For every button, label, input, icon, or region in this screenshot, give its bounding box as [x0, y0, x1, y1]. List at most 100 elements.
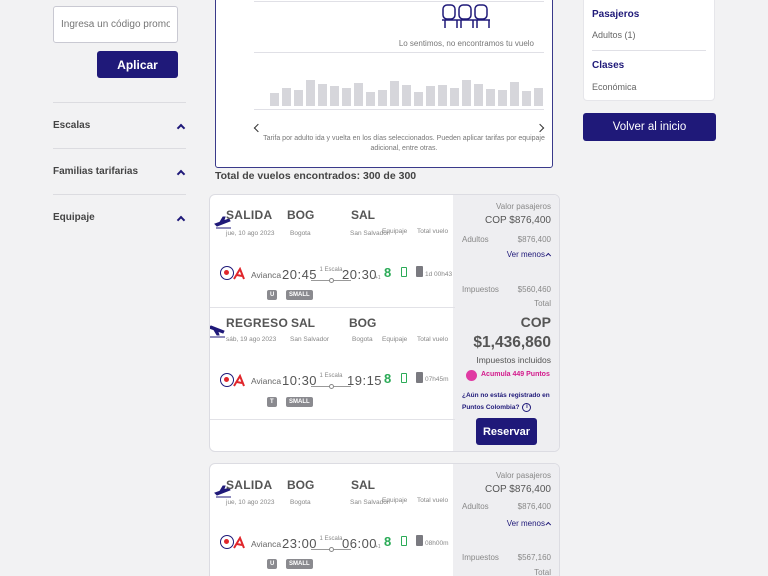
fare-bar[interactable]: [342, 88, 351, 106]
baggage-label: Equipaje: [382, 497, 408, 504]
fare-bar[interactable]: [282, 88, 291, 106]
fare-size-badge: SMALL: [286, 290, 313, 300]
fare-bar[interactable]: [318, 84, 327, 106]
adults-label: Adultos: [462, 502, 489, 511]
back-home-button[interactable]: Volver al inicio: [583, 113, 716, 141]
points-icon: [466, 370, 477, 381]
fare-bar[interactable]: [426, 86, 435, 106]
leg-title: REGRESO: [226, 316, 289, 330]
fare-bar[interactable]: [270, 93, 279, 106]
taxes-amount: $567,160: [517, 553, 551, 562]
stop-dot: [329, 278, 334, 283]
adults-amount: $876,400: [517, 502, 551, 511]
carry-on-icon: [401, 536, 407, 546]
chevron-up-icon[interactable]: [176, 167, 186, 177]
fare-bar[interactable]: [366, 92, 375, 106]
register-question[interactable]: ¿Aún no estás registrado en Puntos Colom…: [462, 390, 556, 414]
stop-dot: [329, 384, 334, 389]
total-label: Total: [534, 568, 551, 576]
taxes-label: Impuestos: [462, 285, 499, 294]
personal-item-icon: 8: [384, 265, 392, 280]
see-less-link[interactable]: Ver menos: [507, 250, 551, 259]
leg-date: sáb, 19 ago 2023: [226, 336, 277, 343]
total-flight-label: Total vuelo: [417, 497, 449, 504]
info-icon[interactable]: i: [522, 402, 532, 412]
divider: [254, 1, 544, 2]
fare-bar[interactable]: [438, 85, 447, 106]
passengers-value-amount: COP $876,400: [485, 215, 551, 226]
flight-duration: 1d 00h43: [425, 271, 453, 278]
fare-bar[interactable]: [486, 89, 495, 106]
class-value: Económica: [592, 82, 637, 92]
chevron-left-icon[interactable]: [254, 124, 262, 132]
checked-bag-icon: [416, 535, 423, 546]
fare-bar[interactable]: [534, 88, 543, 106]
avianca-mark-icon: [233, 374, 245, 387]
passengers-value-label: Valor pasajeros: [496, 471, 551, 480]
arrival-time: 19:15: [347, 373, 383, 388]
outbound-leg: SALIDA BOG SAL jue, 10 ago 2023 Bogota S…: [210, 195, 455, 307]
fare-bar[interactable]: [474, 84, 483, 106]
adults-label: Adultos: [462, 235, 489, 244]
passengers-value: Adultos (1): [592, 30, 636, 40]
personal-item-icon: 8: [384, 534, 392, 549]
fare-bar[interactable]: [414, 92, 423, 106]
filter-label: Familias tarifarias: [53, 166, 139, 177]
apply-promo-button[interactable]: Aplicar: [97, 51, 178, 78]
fare-bar[interactable]: [450, 88, 459, 106]
carry-on-icon: [401, 267, 407, 277]
baggage-label: Equipaje: [382, 336, 408, 343]
filter-fare-families[interactable]: Familias tarifarias: [53, 148, 186, 194]
points-text: Acumula 449 Puntos: [481, 371, 550, 378]
flight-duration: 07h45m: [425, 376, 449, 383]
fare-bar[interactable]: [330, 86, 339, 106]
origin-city: Bogota: [290, 499, 311, 506]
divider: [592, 50, 706, 51]
promo-code-input[interactable]: [53, 6, 178, 43]
fare-code-badge: U: [267, 559, 278, 569]
taxes-included: Impuestos incluidos: [476, 355, 551, 365]
checked-bag-icon: [416, 372, 423, 383]
results-count: Total de vuelos encontrados: 300 de 300: [215, 170, 417, 182]
fare-bar[interactable]: [510, 82, 519, 106]
fare-bar[interactable]: [354, 83, 363, 106]
stops-label: 1 Escala: [319, 373, 343, 379]
register-text: ¿Aún no estás registrado en Puntos Colom…: [462, 392, 550, 411]
origin-code: BOG: [287, 208, 315, 222]
filter-stops[interactable]: Escalas: [53, 102, 186, 148]
passengers-title: Pasajeros: [592, 9, 640, 20]
reserve-button[interactable]: Reservar: [476, 418, 537, 445]
adults-amount: $876,400: [517, 235, 551, 244]
fare-size-badge: SMALL: [286, 397, 313, 407]
no-flight-message: Lo sentimos, no encontramos tu vuelo: [398, 39, 534, 48]
fare-code-badge: T: [267, 397, 277, 407]
fare-code-badge: U: [267, 290, 278, 300]
leg-date: jue, 10 ago 2023: [226, 230, 275, 237]
stop-dot: [329, 547, 334, 552]
total-currency: COP: [520, 314, 551, 330]
filter-label: Equipaje: [53, 212, 95, 223]
fare-bar[interactable]: [390, 81, 399, 106]
fare-bar[interactable]: [306, 80, 315, 106]
origin-city: San Salvador: [290, 336, 330, 343]
chevron-up-icon[interactable]: [176, 121, 186, 131]
leg-date: jue, 10 ago 2023: [226, 499, 275, 506]
empty-seats-icon: [442, 4, 490, 28]
airline-name: Avianca: [251, 376, 282, 386]
total-flight-label: Total vuelo: [417, 228, 449, 235]
fare-bar[interactable]: [498, 90, 507, 106]
see-less-link[interactable]: Ver menos: [507, 519, 551, 528]
fare-bar[interactable]: [522, 91, 531, 106]
taxes-amount: $560,460: [517, 285, 551, 294]
chevron-right-icon[interactable]: [536, 124, 544, 132]
fare-bar[interactable]: [462, 80, 471, 106]
plus-day: +1: [375, 544, 381, 550]
avianca-mark-icon: [233, 536, 245, 549]
filter-baggage[interactable]: Equipaje: [53, 194, 186, 240]
carry-on-icon: [401, 373, 407, 383]
fare-bar[interactable]: [378, 90, 387, 106]
fare-bar[interactable]: [294, 90, 303, 106]
fare-bar[interactable]: [402, 85, 411, 106]
total-amount: $1,436,860: [473, 334, 551, 351]
chevron-up-icon[interactable]: [176, 213, 186, 223]
